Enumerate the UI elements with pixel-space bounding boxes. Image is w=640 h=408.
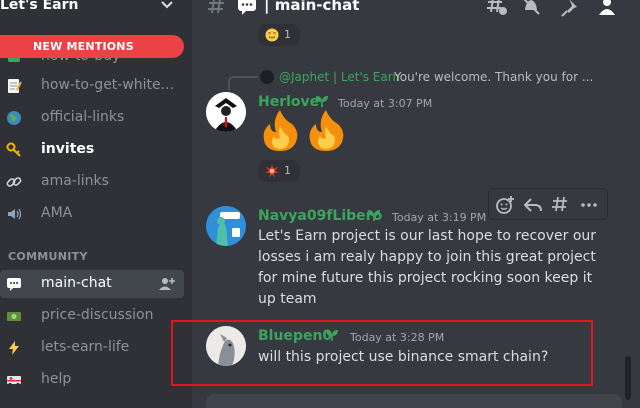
message-content-fire-emojis [258,108,354,152]
channel-ama-links[interactable]: ama-links [0,168,184,196]
speaker-icon [8,208,22,220]
create-thread-icon[interactable] [551,195,571,215]
fire-emoji-icon [309,110,344,151]
collision-emoji-icon [265,164,279,178]
channel-help[interactable]: help [0,366,184,394]
channel-label: price-discussion [41,307,154,323]
avatar[interactable] [206,92,246,132]
channel-sidebar: Let's Earn how-to-buy NEW MENTIONS how-t… [0,0,192,408]
threads-icon[interactable] [486,0,508,17]
reaction-count: 1 [284,164,291,177]
reaction-count: 1 [284,28,291,41]
add-member-icon[interactable] [158,275,176,293]
server-header[interactable]: Let's Earn [0,0,192,16]
reaction-pill[interactable]: 1 [258,160,300,182]
threads-hash-icon [208,0,224,14]
avatar[interactable] [206,206,246,246]
herlove-avatar-icon [206,92,246,132]
speech-bubble-icon [7,278,21,291]
message-timestamp[interactable]: Today at 3:19 PM [392,211,486,224]
fire-emoji-icon [263,110,298,151]
mute-bell-icon[interactable] [520,0,542,17]
category-label: COMMUNITY [8,250,88,263]
reaction-pill[interactable]: 1 [258,24,300,46]
pin-icon[interactable] [560,0,582,17]
smiling-face-emoji-icon [265,28,279,42]
message-actions-toolbar [488,188,608,220]
channel-label: main-chat [41,275,112,291]
new-mentions-banner[interactable]: NEW MENTIONS [0,35,184,58]
channel-label: invites [41,141,95,157]
channel-header: | main-chat [192,0,640,18]
message-line: Let's Earn project is our last hope to r… [258,228,597,244]
more-options-icon[interactable] [579,195,599,215]
channel-label: ama-links [41,173,109,189]
memo-icon [8,79,22,93]
message-line: for mine future this project rocking soo… [258,270,593,286]
channel-main-chat[interactable]: main-chat [0,270,184,298]
sprout-badge-icon [368,210,380,221]
lightning-icon [9,341,19,355]
channel-how-to-get-whitelisted[interactable]: how-to-get-white... [0,72,184,100]
channel-price-discussion[interactable]: price-discussion [0,302,184,330]
page-title: | main-chat [264,0,360,14]
reply-avatar[interactable] [260,70,274,84]
message-composer[interactable] [206,394,622,408]
link-icon [6,177,22,187]
navya-avatar-icon [206,206,246,246]
message-author[interactable]: Navya09fLibero [258,208,382,224]
reply-icon[interactable] [523,195,543,215]
globe-icon [7,111,21,125]
new-mentions-label: NEW MENTIONS [33,40,134,53]
ambulance-icon [7,376,21,387]
scrollbar-thumb[interactable] [625,356,631,400]
chevron-down-icon[interactable] [160,0,174,12]
message-line: up team [258,291,317,307]
channel-label: official-links [41,109,125,125]
channel-label: how-to-get-white... [41,77,175,93]
reply-connector [228,76,258,90]
channel-label: help [41,371,72,387]
sprout-badge-icon [316,96,328,107]
channel-invites[interactable]: invites [0,136,184,164]
channel-label: AMA [41,205,73,221]
category-community[interactable]: COMMUNITY [0,249,184,265]
reply-preview[interactable]: You're welcome. Thank you for ... [394,70,593,84]
message-line: losses i am realy happy to join this gre… [258,249,596,265]
server-name: Let's Earn [0,0,79,13]
speech-bubble-icon [238,0,256,15]
channel-ama[interactable]: AMA [0,200,184,228]
key-icon [6,142,21,157]
channel-label: lets-earn-life [41,339,130,355]
add-reaction-icon[interactable] [495,195,515,215]
reply-author[interactable]: @Japhet | Let's Earn [279,70,400,84]
highlight-box [171,320,593,386]
message-content: Let's Earn project is our last hope to r… [258,226,596,310]
banknote-icon [7,312,21,321]
channel-lets-earn-life[interactable]: lets-earn-life [0,334,184,362]
channel-official-links[interactable]: official-links [0,104,184,132]
member-list-icon[interactable] [596,0,618,17]
